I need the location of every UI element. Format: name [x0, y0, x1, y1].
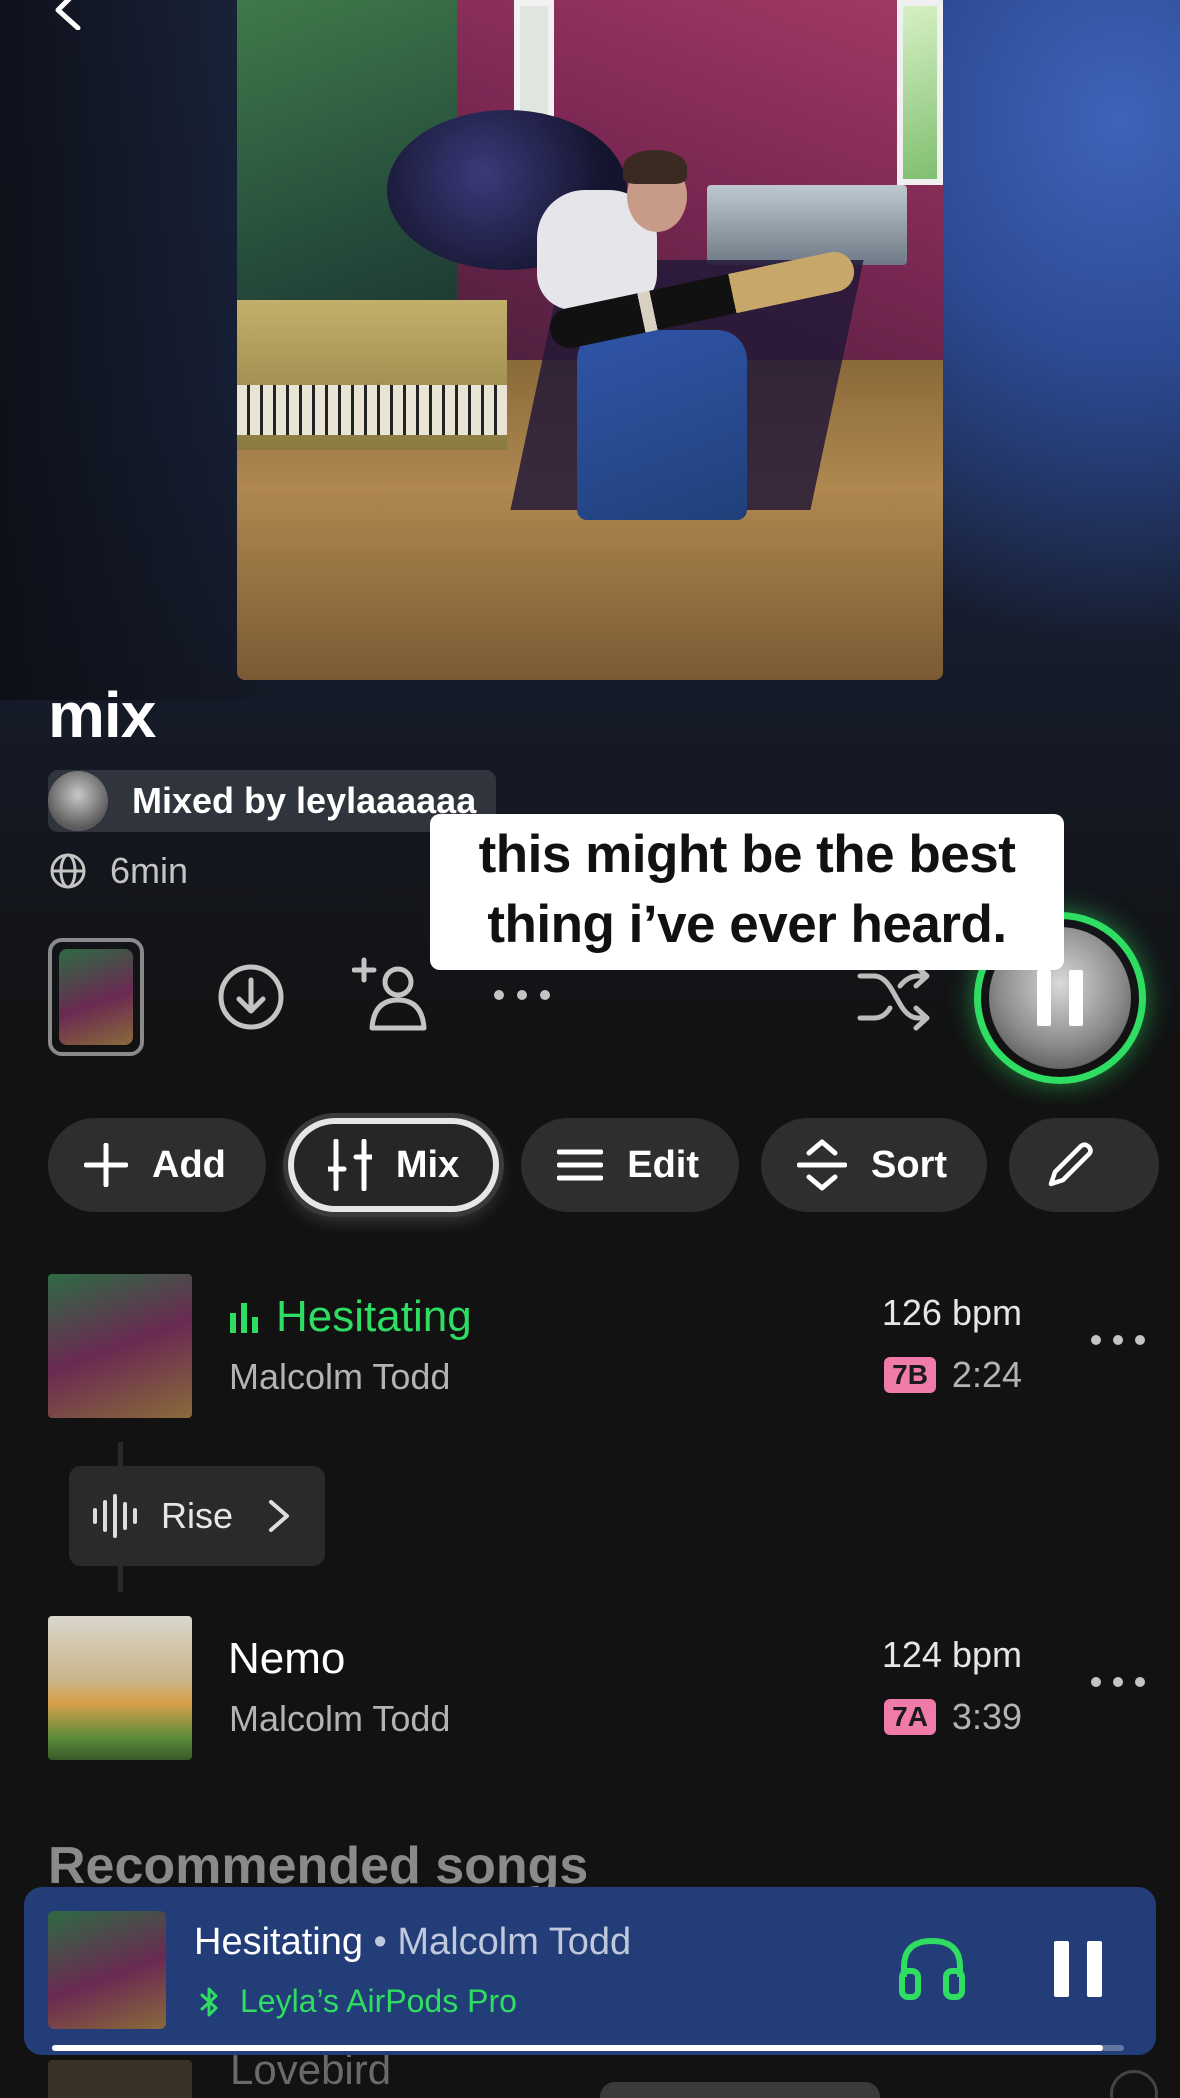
playlist-title: mix — [48, 679, 156, 751]
shuffle-button[interactable] — [856, 962, 932, 1032]
add-chip-label: Add — [152, 1143, 226, 1186]
now-playing-song: Hesitating — [194, 1921, 363, 1963]
add-recommended-icon[interactable] — [1110, 2070, 1158, 2098]
caption-line-1: this might be the best — [478, 825, 1016, 884]
headphones-icon — [899, 1937, 965, 2000]
sort-arrows-icon — [797, 1139, 848, 1191]
track-artist: Malcolm Todd — [229, 1356, 451, 1397]
now-playing-artist: Malcolm Todd — [397, 1921, 632, 1963]
playlist-cover-art — [237, 0, 943, 680]
transition-label: Rise — [161, 1495, 234, 1536]
pencil-icon — [1048, 1142, 1093, 1187]
mixer-sliders-icon — [327, 1139, 372, 1191]
track-title: Hesitating — [228, 1292, 472, 1342]
mix-chip-label: Mix — [395, 1143, 460, 1186]
cover-thumbnail — [59, 949, 133, 1045]
track-bpm: 126 bpm — [881, 1292, 1022, 1333]
mix-chip[interactable]: Mix — [287, 1118, 500, 1212]
edit-chip-label: Edit — [627, 1143, 700, 1186]
track-row[interactable]: Nemo Malcolm Todd 124 bpm 7A 3:39 — [48, 1616, 1148, 1760]
more-options-button[interactable] — [492, 988, 552, 1002]
track-length: 2:24 — [951, 1354, 1022, 1395]
add-collaborator-button[interactable] — [352, 956, 428, 1032]
recommended-track-art — [48, 2060, 192, 2098]
connected-device[interactable]: Leyla’s AirPods Pro — [200, 1983, 517, 2020]
track-row[interactable]: Hesitating Malcolm Todd 126 bpm 7B 2:24 — [48, 1274, 1148, 1418]
plus-icon — [84, 1143, 128, 1187]
now-playing-bars-icon — [230, 1303, 258, 1333]
list-icon — [557, 1149, 604, 1181]
edit-chip[interactable]: Edit — [521, 1118, 740, 1212]
more-horizontal-icon — [1091, 1335, 1145, 1345]
add-collaborator-icon — [352, 957, 427, 1031]
playlist-duration: 6min — [48, 850, 188, 892]
caption-overlay: this might be the best thing i’ve ever h… — [430, 814, 1064, 970]
avatar — [48, 771, 108, 831]
download-icon — [218, 964, 284, 1030]
now-playing-title: Hesitating • Malcolm Todd — [194, 1921, 631, 1964]
pause-icon — [1054, 1941, 1069, 1997]
globe-icon — [50, 853, 86, 889]
track-more-button[interactable] — [1088, 1674, 1148, 1694]
sort-chip-label: Sort — [871, 1143, 948, 1186]
playback-progress-fill — [52, 2045, 1103, 2051]
duration-text: 6min — [110, 850, 189, 891]
chevron-right-icon — [269, 1500, 290, 1532]
mixed-by-creator[interactable]: Mixed by leylaaaaaa — [48, 770, 496, 832]
home-indicator — [600, 2082, 880, 2098]
caption-line-2: thing i’ve ever heard. — [487, 895, 1007, 954]
track-title: Nemo — [228, 1634, 345, 1684]
sort-chip[interactable]: Sort — [761, 1118, 988, 1212]
key-badge: 7A — [884, 1699, 936, 1735]
now-playing-bar[interactable]: Hesitating • Malcolm Todd Leyla’s AirPod… — [24, 1887, 1156, 2055]
track-more-button[interactable] — [1088, 1332, 1148, 1352]
mini-pause-button[interactable] — [1054, 1941, 1102, 1997]
mixed-by-label: Mixed by leylaaaaaa — [132, 780, 477, 821]
back-button[interactable] — [48, 0, 88, 31]
add-chip[interactable]: Add — [48, 1118, 266, 1212]
bluetooth-icon — [200, 1987, 218, 2016]
waveform-icon — [93, 1494, 137, 1538]
device-picker-button[interactable] — [896, 1931, 968, 2008]
track-title-text: Hesitating — [276, 1292, 472, 1341]
playback-progress[interactable] — [52, 2045, 1124, 2051]
track-art — [48, 1616, 192, 1760]
download-button[interactable] — [216, 962, 286, 1032]
track-meta: 7B 2:24 — [884, 1354, 1022, 1396]
cover-thumbnail-button[interactable] — [48, 938, 144, 1056]
track-bpm: 124 bpm — [881, 1634, 1022, 1675]
more-horizontal-icon — [494, 990, 550, 1000]
now-playing-separator: • — [362, 1921, 398, 1963]
track-meta: 7A 3:39 — [884, 1696, 1022, 1738]
track-art — [48, 1274, 192, 1418]
action-chips-row: Add Mix Edit Sort — [48, 1118, 1160, 1212]
track-title-text: Nemo — [228, 1634, 346, 1683]
rename-chip[interactable] — [1009, 1118, 1160, 1212]
track-length: 3:39 — [951, 1696, 1022, 1737]
shuffle-icon — [857, 963, 930, 1031]
key-badge: 7B — [884, 1357, 936, 1393]
chevron-left-icon — [55, 0, 81, 31]
more-horizontal-icon — [1091, 1677, 1145, 1687]
track-artist: Malcolm Todd — [229, 1698, 451, 1739]
device-name: Leyla’s AirPods Pro — [240, 1983, 517, 2019]
transition-button[interactable]: Rise — [69, 1466, 325, 1566]
now-playing-art — [48, 1911, 166, 2029]
